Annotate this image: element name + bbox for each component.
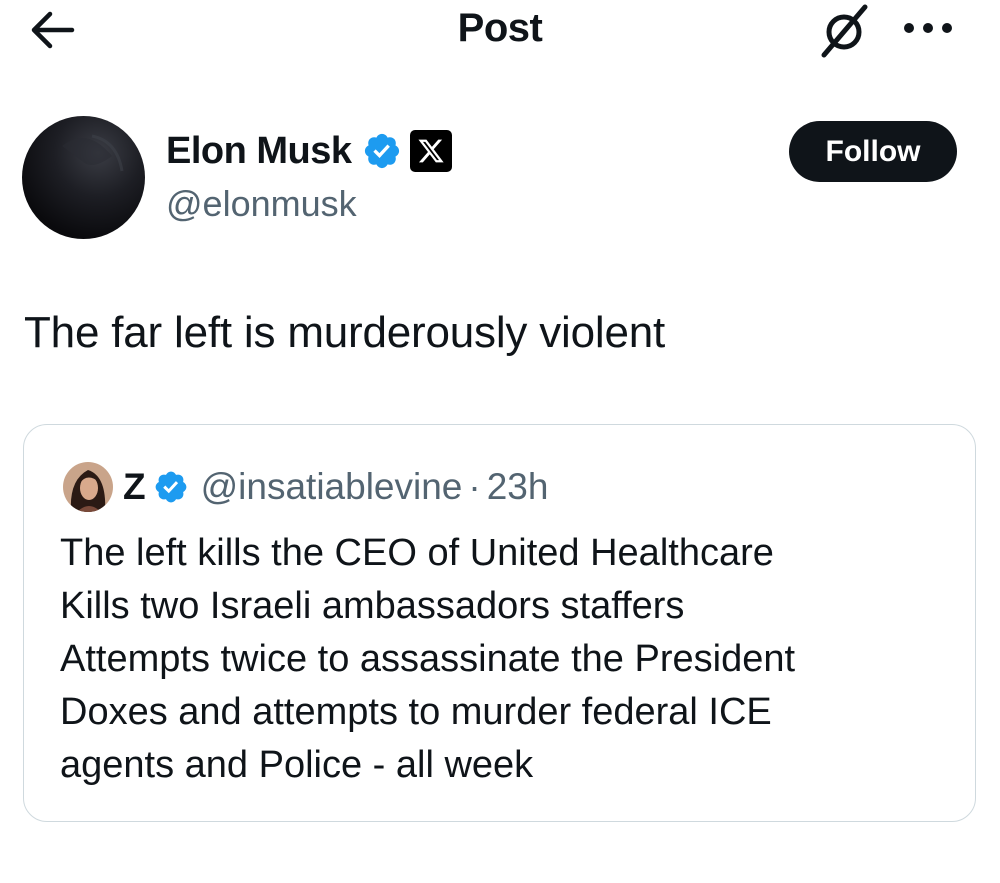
author-avatar[interactable]: [22, 116, 145, 239]
quoted-post-time[interactable]: 23h: [487, 466, 549, 508]
quoted-text-line: Attempts twice to assassinate the Presid…: [60, 638, 796, 680]
verified-badge-icon[interactable]: [153, 469, 189, 505]
post-text: The far left is murderously violent: [24, 308, 666, 357]
author-name[interactable]: Elon Musk: [166, 130, 352, 173]
quoted-author-handle[interactable]: @insatiablevine: [201, 466, 463, 508]
quoted-post-text: The left kills the CEO of United Healthc…: [60, 527, 795, 792]
top-bar: Post: [0, 0, 1000, 62]
quoted-text-line: The left kills the CEO of United Healthc…: [60, 532, 774, 574]
quoted-text-line: Kills two Israeli ambassadors staffers: [60, 585, 685, 627]
verified-badge-icon[interactable]: [362, 131, 402, 171]
author-row: Elon Musk: [166, 128, 452, 174]
quoted-text-line: agents and Police - all week: [60, 744, 534, 786]
author-handle[interactable]: @elonmusk: [166, 183, 357, 225]
follow-button[interactable]: Follow: [789, 121, 957, 182]
more-horizontal-icon: [904, 23, 952, 33]
more-button[interactable]: [900, 12, 956, 44]
quoted-author-name[interactable]: Z: [123, 466, 146, 508]
grok-icon: [821, 4, 868, 58]
separator-dot: ·: [468, 466, 481, 507]
quoted-author-avatar[interactable]: [63, 462, 113, 512]
quoted-post-card[interactable]: Z @insatiablevine · 23h The left kills t…: [23, 424, 976, 822]
x-logo-icon: [409, 130, 452, 172]
grok-button[interactable]: [813, 2, 875, 58]
quoted-post-header: Z @insatiablevine · 23h: [123, 465, 548, 509]
quoted-text-line: Doxes and attempts to murder federal ICE: [60, 691, 772, 733]
